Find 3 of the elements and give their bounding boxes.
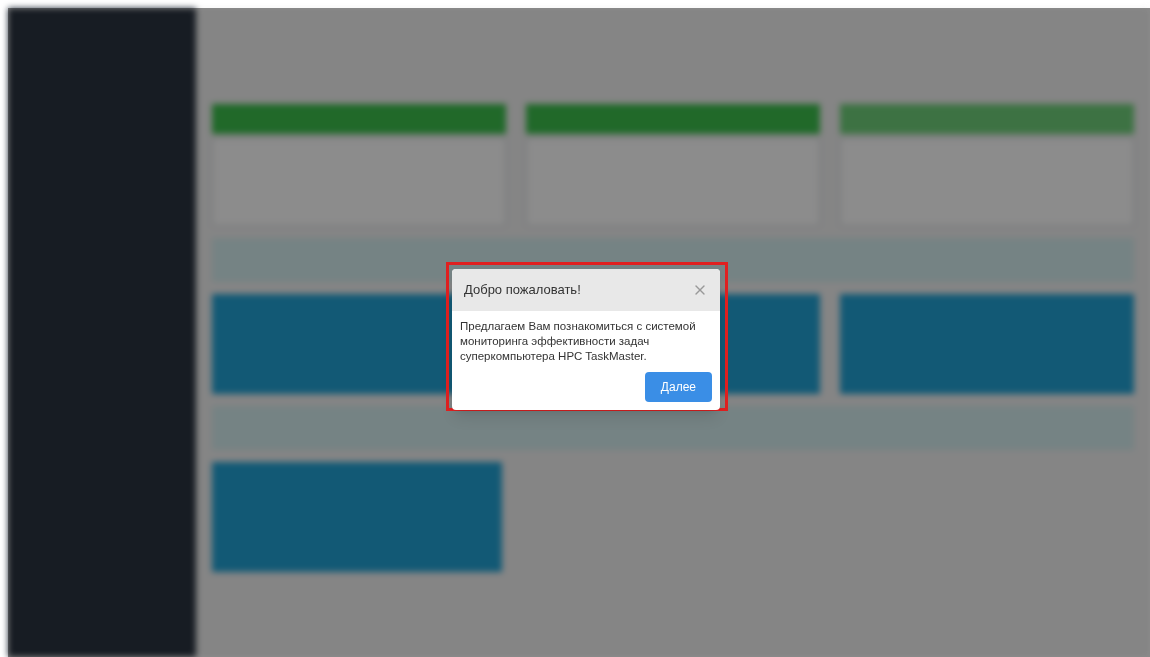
next-button[interactable]: Далее <box>644 372 712 402</box>
modal-title: Добро пожаловать! <box>464 281 581 300</box>
modal-message: Предлагаем Вам познакомиться с системой мониторинга эффективности задач суперкомпьютера HPC TaskMaster. <box>460 319 697 364</box>
